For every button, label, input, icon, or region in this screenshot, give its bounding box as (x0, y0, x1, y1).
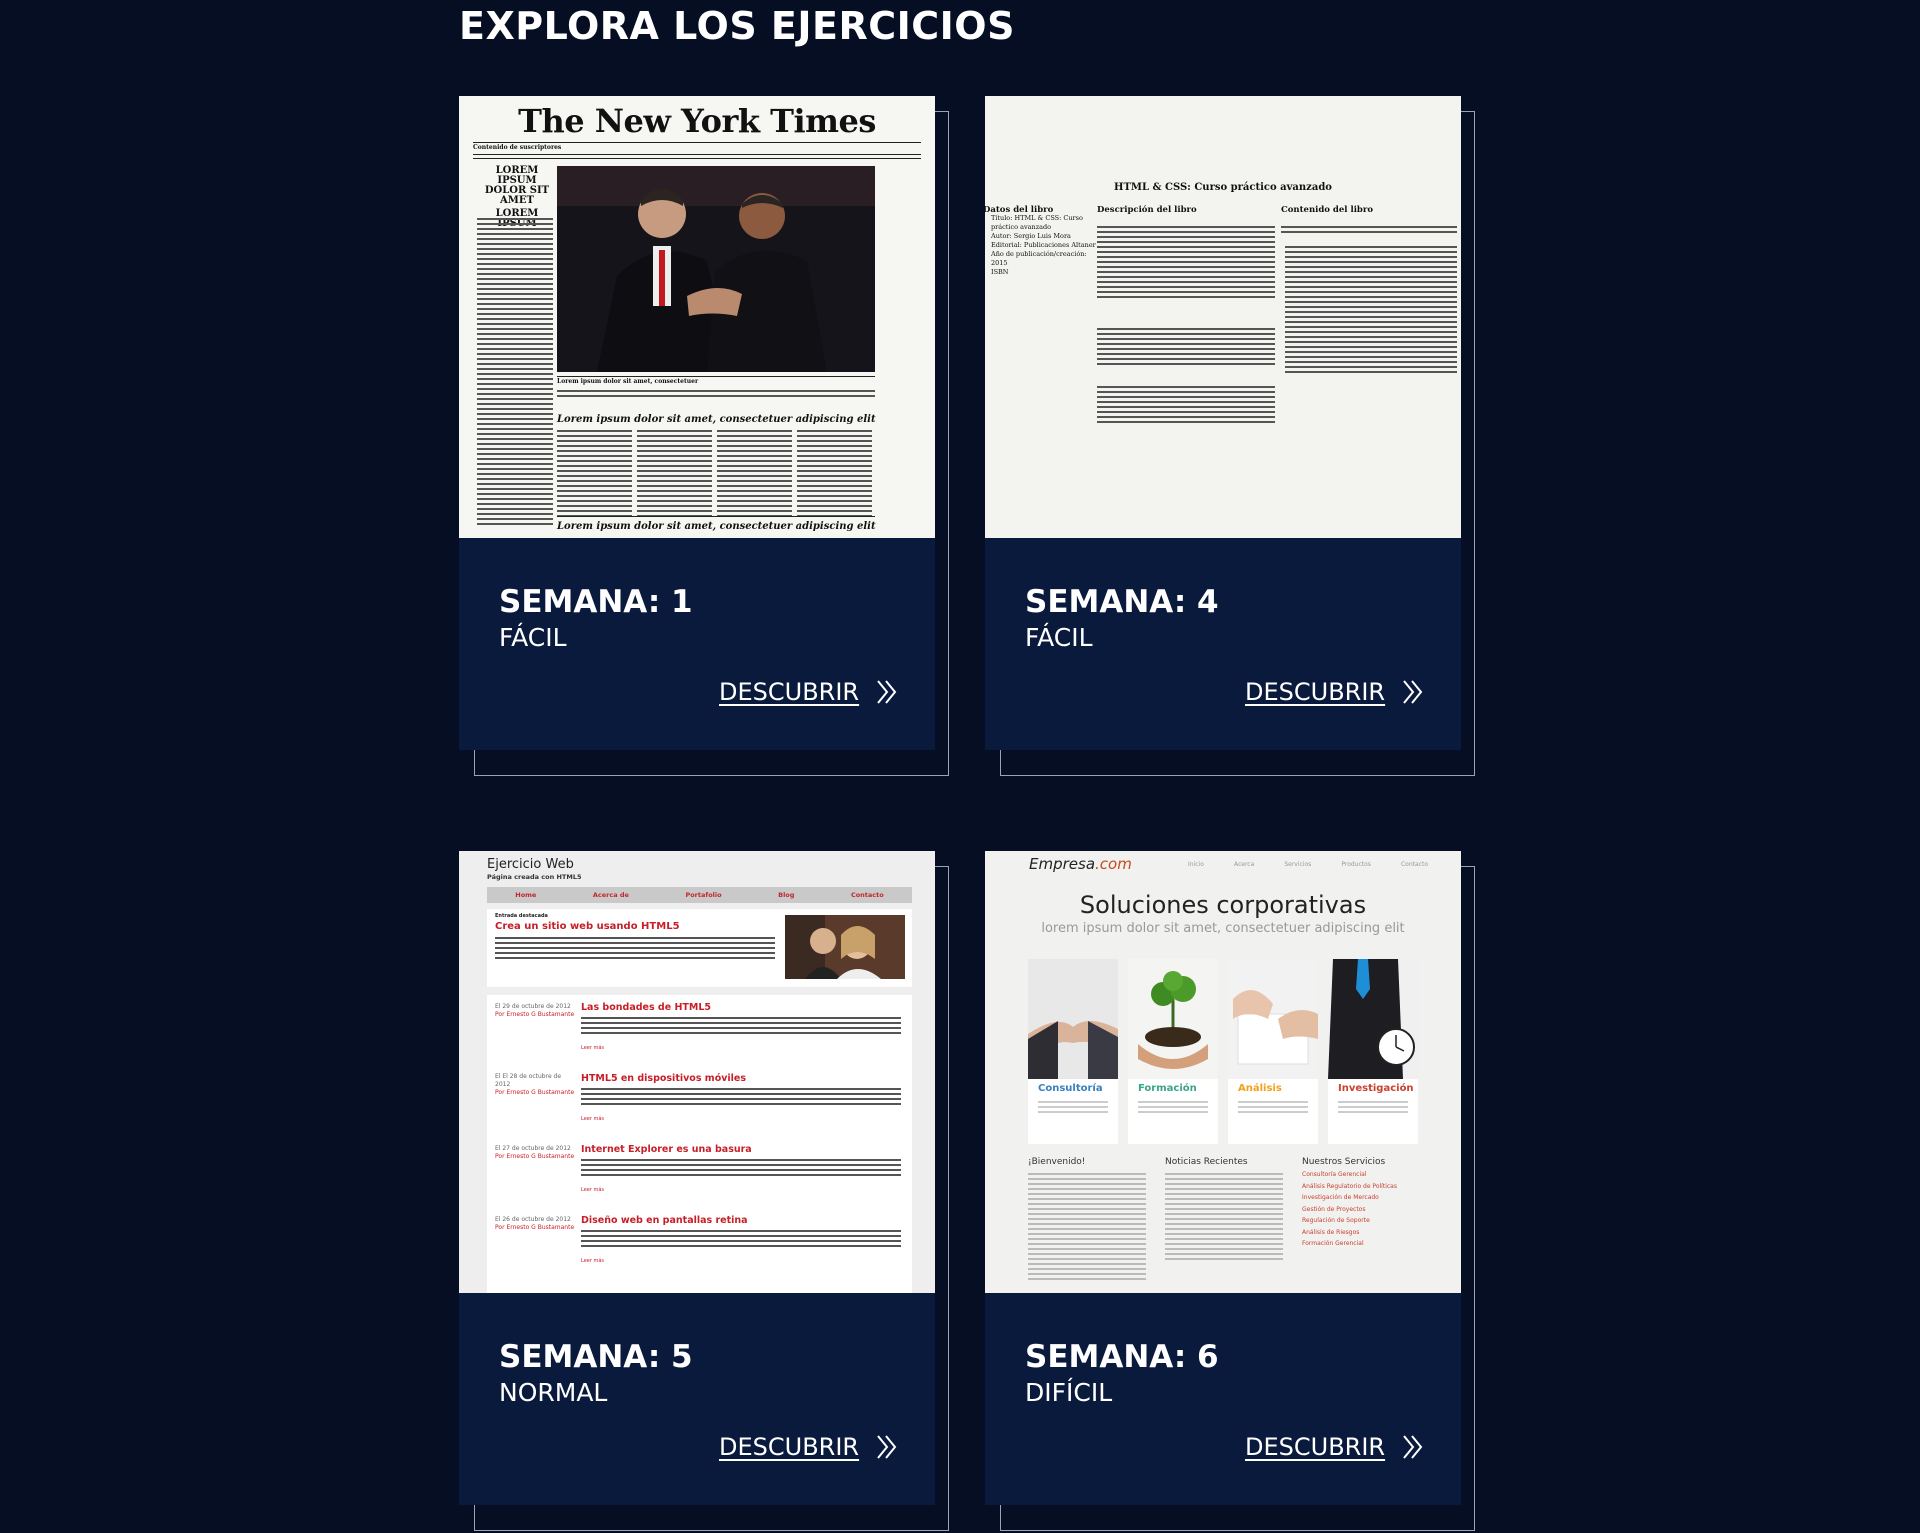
content-text (1285, 246, 1457, 376)
card-body: Empresa.com Inicio Acerca Servicios Prod… (985, 851, 1461, 1505)
preview-hero-title: Soluciones corporativas (1079, 891, 1367, 919)
web-exercise-preview: Ejercicio Web Página creada con HTML5 Ho… (459, 851, 935, 1293)
post-meta: El 27 de octubre de 2012 Por Ernesto G B… (495, 1145, 575, 1160)
double-chevron-right-icon (1403, 1435, 1423, 1459)
post-list: El 29 de octubre de 2012 Por Ernesto G B… (487, 995, 912, 1293)
column-text (717, 430, 792, 520)
newspaper-masthead: The New York Times (518, 102, 876, 140)
exercise-thumbnail[interactable]: HTML & CSS: Curso práctico avanzado Dato… (985, 96, 1461, 538)
preview-logo: Empresa.com (1029, 855, 1132, 873)
column-heading: Noticias Recientes (1165, 1157, 1248, 1167)
read-more-link: Leer más (581, 1258, 605, 1264)
divider (557, 516, 875, 517)
column-heading: Nuestros Servicios (1302, 1157, 1386, 1167)
newspaper-preview: The New York Times Contenido de suscript… (459, 96, 935, 538)
column-text (797, 430, 872, 520)
column-heading: Descripción del libro (1097, 205, 1197, 215)
discover-link[interactable]: DESCUBRIR (719, 674, 909, 710)
exercise-thumbnail[interactable]: Empresa.com Inicio Acerca Servicios Prod… (985, 851, 1461, 1293)
double-chevron-right-icon (877, 1435, 897, 1459)
photo-caption: Lorem ipsum dolor sit amet, consectetuer (557, 378, 699, 385)
exercise-card: The New York Times Contenido de suscript… (459, 96, 951, 778)
double-chevron-right-icon (877, 680, 897, 704)
description-text (1097, 386, 1275, 426)
description-text (1097, 328, 1275, 368)
card-body: Ejercicio Web Página creada con HTML5 Ho… (459, 851, 935, 1505)
feature-headline: Lorem ipsum dolor sit amet, consectetuer… (557, 521, 876, 532)
preview-nav: Inicio Acerca Servicios Productos Contac… (1188, 861, 1428, 868)
difficulty-label: FÁCIL (499, 623, 567, 652)
book-data-list: Título: HTML & CSS: Curso práctico avanz… (985, 214, 1101, 277)
discover-label: DESCUBRIR (719, 1433, 860, 1461)
post-title: Diseño web en pantallas retina (581, 1215, 748, 1226)
post-meta: El 29 de octubre de 2012 Por Ernesto G B… (495, 1003, 575, 1018)
post-meta: El 26 de octubre de 2012 Por Ernesto G B… (495, 1216, 575, 1231)
divider (473, 154, 921, 155)
week-label: SEMANA: 5 (499, 1339, 693, 1375)
divider (557, 376, 875, 377)
divider (473, 142, 921, 143)
post-title: Las bondades de HTML5 (581, 1002, 712, 1013)
discover-label: DESCUBRIR (1245, 678, 1386, 706)
corporate-site-preview: Empresa.com Inicio Acerca Servicios Prod… (985, 851, 1461, 1293)
exercise-thumbnail[interactable]: Ejercicio Web Página creada con HTML5 Ho… (459, 851, 935, 1293)
read-more-link: Leer más (581, 1116, 605, 1122)
column-heading: Contenido del libro (1281, 205, 1374, 215)
caption-text (557, 390, 875, 400)
newspaper-strip: Contenido de suscriptores (473, 144, 562, 151)
service-tile: Investigación (1328, 959, 1418, 1144)
read-more-link: Leer más (581, 1045, 605, 1051)
services-list: Consultoría Gerencial Análisis Regulator… (1302, 1171, 1397, 1247)
column-text (557, 430, 632, 520)
card-body: The New York Times Contenido de suscript… (459, 96, 935, 750)
difficulty-label: FÁCIL (1025, 623, 1093, 652)
discover-label: DESCUBRIR (1245, 1433, 1386, 1461)
column-text (637, 430, 712, 520)
feature-headline: Lorem ipsum dolor sit amet, consectetuer… (557, 414, 876, 425)
featured-post: Entrada destacada Crea un sitio web usan… (487, 909, 912, 987)
week-label: SEMANA: 6 (1025, 1339, 1219, 1375)
exercise-card: Ejercicio Web Página creada con HTML5 Ho… (459, 851, 951, 1533)
description-text (1097, 226, 1275, 301)
discover-link[interactable]: DESCUBRIR (1245, 1429, 1435, 1465)
book-page-preview: HTML & CSS: Curso práctico avanzado Dato… (985, 96, 1461, 538)
post-title: Internet Explorer es una basura (581, 1144, 752, 1155)
discover-link[interactable]: DESCUBRIR (1245, 674, 1435, 710)
difficulty-label: DIFÍCIL (1025, 1378, 1113, 1407)
week-label: SEMANA: 1 (499, 584, 693, 620)
difficulty-label: NORMAL (499, 1378, 608, 1407)
preview-site-title: Ejercicio Web (487, 857, 574, 872)
news-photo (557, 166, 875, 372)
preview-nav: Home Acerca de Portafolio Blog Contacto (487, 887, 912, 903)
preview-hero-subtitle: lorem ipsum dolor sit amet, consectetuer… (1041, 921, 1405, 936)
preview-site-subtitle: Página creada con HTML5 (487, 873, 582, 881)
discover-label: DESCUBRIR (719, 678, 860, 706)
service-tile: Análisis (1228, 959, 1318, 1144)
service-tile: Formación (1128, 959, 1218, 1144)
exercise-card: HTML & CSS: Curso práctico avanzado Dato… (985, 96, 1477, 778)
divider (473, 158, 921, 159)
exercise-card: Empresa.com Inicio Acerca Servicios Prod… (985, 851, 1477, 1533)
service-tile: Consultoría (1028, 959, 1118, 1144)
content-text (1281, 226, 1457, 236)
exercise-thumbnail[interactable]: The New York Times Contenido de suscript… (459, 96, 935, 538)
featured-photo (785, 915, 905, 979)
week-label: SEMANA: 4 (1025, 584, 1219, 620)
book-title: HTML & CSS: Curso práctico avanzado (1114, 182, 1332, 193)
discover-link[interactable]: DESCUBRIR (719, 1429, 909, 1465)
column-heading: ¡Bienvenido! (1028, 1157, 1086, 1167)
read-more-link: Leer más (581, 1187, 605, 1193)
post-title: HTML5 en dispositivos móviles (581, 1073, 747, 1084)
double-chevron-right-icon (1403, 680, 1423, 704)
section-title: EXPLORA LOS EJERCICIOS (459, 4, 1015, 48)
card-body: HTML & CSS: Curso práctico avanzado Dato… (985, 96, 1461, 750)
side-text (477, 218, 553, 528)
post-meta: El El 28 de octubre de 2012 Por Ernesto … (495, 1073, 575, 1096)
